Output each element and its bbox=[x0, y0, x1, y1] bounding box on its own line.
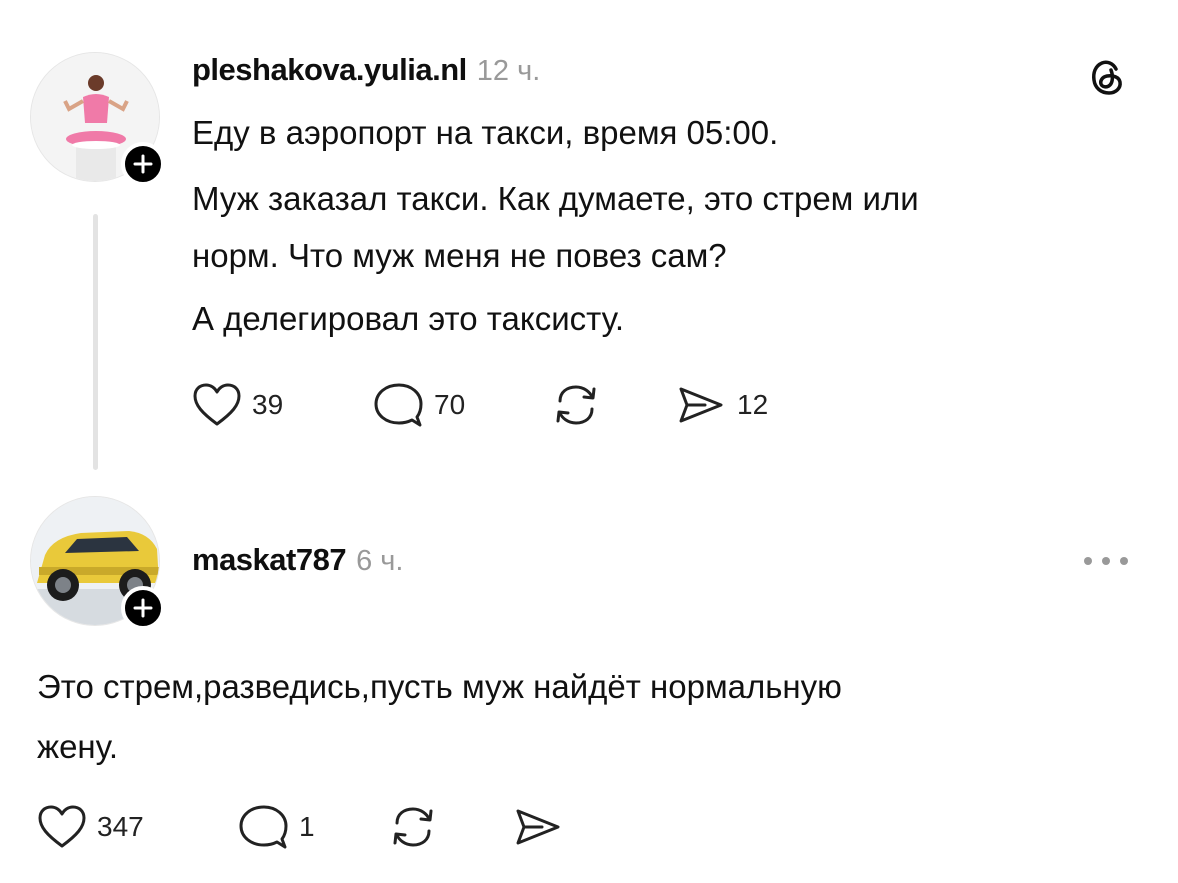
post-reply-button[interactable]: 70 bbox=[372, 381, 550, 429]
reply-reply-button[interactable]: 1 bbox=[237, 803, 387, 851]
post-share-count: 12 bbox=[737, 389, 769, 420]
post-text-line-2: Муж заказал такси. Как думаете, это стре… bbox=[192, 180, 919, 217]
comment-bubble-icon bbox=[239, 805, 288, 849]
reply-username[interactable]: maskat787 bbox=[192, 542, 347, 578]
post-actions: 39 70 12 bbox=[192, 381, 768, 429]
reply-header: maskat787 6 ч. bbox=[192, 542, 403, 578]
repost-icon bbox=[556, 385, 596, 425]
post-like-count: 39 bbox=[252, 389, 284, 420]
reply-like-count: 347 bbox=[97, 811, 144, 842]
send-icon bbox=[516, 809, 560, 845]
plus-icon bbox=[133, 598, 153, 618]
plus-icon bbox=[133, 154, 153, 174]
repost-icon bbox=[393, 807, 433, 847]
post-share-button[interactable]: 12 bbox=[675, 381, 768, 429]
thread-connector-line bbox=[93, 214, 98, 470]
heart-icon bbox=[193, 383, 241, 426]
reply-text-line-2: жену. bbox=[37, 728, 119, 765]
post-text-line-3: норм. Что муж меня не повез сам? bbox=[192, 237, 727, 274]
post-repost-button[interactable] bbox=[550, 381, 675, 429]
reply-actions: 347 1 bbox=[37, 803, 564, 851]
follow-plus-button[interactable] bbox=[121, 142, 165, 186]
reply-time: 6 ч. bbox=[356, 545, 404, 577]
post-username[interactable]: pleshakova.yulia.nl bbox=[192, 52, 467, 88]
reply-follow-plus-button[interactable] bbox=[121, 586, 165, 630]
post-reply-count: 70 bbox=[434, 389, 466, 420]
reply-like-button[interactable]: 347 bbox=[37, 804, 237, 850]
post-header: pleshakova.yulia.nl 12 ч. bbox=[192, 52, 540, 88]
more-options-icon[interactable] bbox=[1082, 553, 1132, 574]
reply-repost-button[interactable] bbox=[387, 803, 512, 851]
comment-bubble-icon bbox=[374, 383, 423, 427]
post-text-line-4: А делегировал это таксисту. bbox=[192, 300, 624, 337]
heart-icon bbox=[38, 805, 86, 848]
send-icon bbox=[679, 387, 723, 423]
post-text-line-1: Еду в аэропорт на такси, время 05:00. bbox=[192, 114, 779, 151]
reply-share-button[interactable] bbox=[512, 803, 564, 851]
reply-reply-count: 1 bbox=[299, 811, 315, 842]
post-like-button[interactable]: 39 bbox=[192, 382, 372, 428]
reply-text-line-1: Это стрем,разведись,пусть муж найдёт нор… bbox=[37, 668, 842, 705]
threads-logo-icon[interactable] bbox=[1085, 55, 1129, 104]
post-time: 12 ч. bbox=[476, 55, 541, 87]
